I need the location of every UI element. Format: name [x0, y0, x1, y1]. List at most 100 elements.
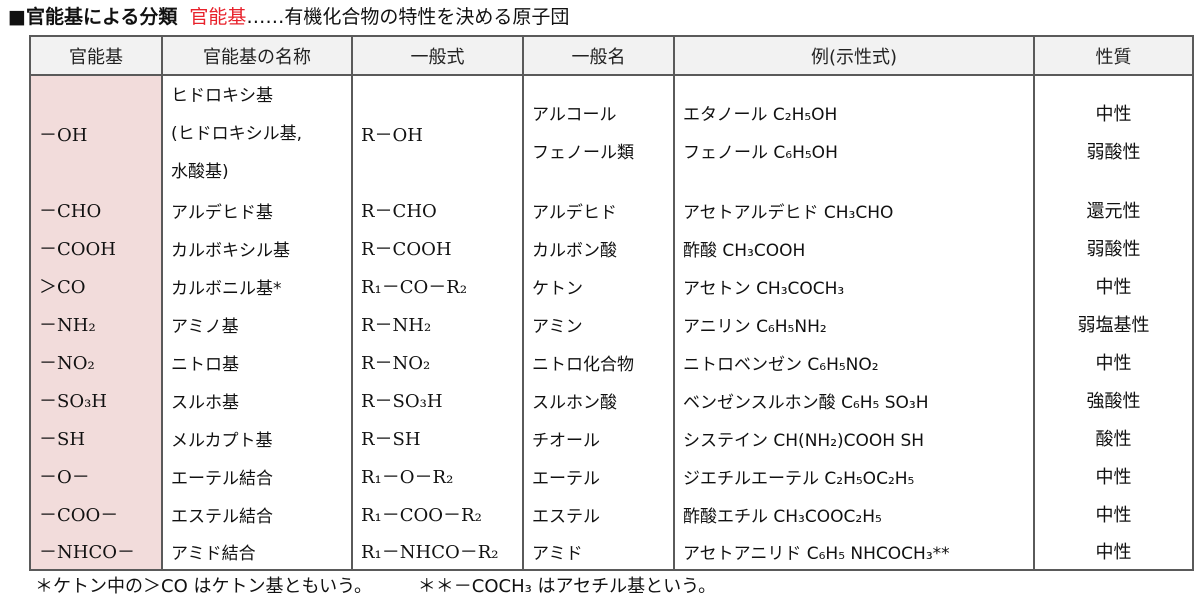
cell-formula: R－NO₂: [351, 343, 524, 381]
footnote-ketone: ＊ケトン中の＞CO はケトン基ともいう。: [35, 576, 373, 597]
cell-general-name: アミン: [522, 305, 675, 343]
cell-name: エステル結合: [161, 495, 353, 533]
cell-formula: R₁－NHCO－R₂: [351, 533, 524, 571]
cell-formula: R－NH₂: [351, 305, 524, 343]
property-line: 中性: [1095, 103, 1132, 125]
cell-group: －SH: [29, 419, 163, 457]
header-name: 官能基の名称: [161, 35, 353, 76]
title-marker: ■: [8, 6, 26, 28]
cell-formula: R－SH: [351, 419, 524, 457]
cell-property: 中性: [1033, 457, 1194, 495]
cell-name: アミノ基: [161, 305, 353, 343]
cell-general-name: エステル: [522, 495, 675, 533]
name-line: ヒドロキシ基: [171, 85, 273, 106]
cell-name: メルカプト基: [161, 419, 353, 457]
cell-formula: R－COOH: [351, 229, 524, 267]
cell-general-name: ケトン: [522, 267, 675, 305]
cell-example: ジエチルエーテル C₂H₅OC₂H₅: [673, 457, 1035, 495]
cell-example: アセトアニリド C₆H₅ NHCOCH₃**: [673, 533, 1035, 571]
table-row: －NH₂ アミノ基 R－NH₂ アミン アニリン C₆H₅NH₂ 弱塩基性: [29, 305, 1194, 343]
cell-property: 中性: [1033, 495, 1194, 533]
name-line: (ヒドロキシル基,: [171, 123, 303, 144]
cell-property: 中性: [1033, 533, 1194, 571]
cell-property: 中性: [1033, 267, 1194, 305]
cell-group: －NH₂: [29, 305, 163, 343]
cell-group: －COOH: [29, 229, 163, 267]
table-row: ＞CO カルボニル基* R₁－CO－R₂ ケトン アセトン CH₃COCH₃ 中…: [29, 267, 1194, 305]
cell-name: ヒドロキシ基 (ヒドロキシル基, 水酸基): [161, 75, 353, 191]
title-definition: ……有機化合物の特性を決める原子団: [246, 6, 570, 28]
cell-formula: R₁－O－R₂: [351, 457, 524, 495]
cell-group: －COO－: [29, 495, 163, 533]
cell-name: カルボニル基*: [161, 267, 353, 305]
header-general-name: 一般名: [522, 35, 675, 76]
functional-group-table: 官能基 官能基の名称 一般式 一般名 例(示性式) 性質 －OH ヒドロキシ基 …: [29, 35, 1194, 571]
cell-group: －NHCO－: [29, 533, 163, 571]
cell-example: エタノール C₂H₅OH フェノール C₆H₅OH: [673, 75, 1035, 191]
general-name-line: アルコール: [532, 104, 617, 125]
cell-group: －SO₃H: [29, 381, 163, 419]
cell-example: 酢酸 CH₃COOH: [673, 229, 1035, 267]
header-property: 性質: [1033, 35, 1194, 76]
page-title: ■官能基による分類 官能基……有機化合物の特性を決める原子団: [8, 2, 569, 32]
header-group: 官能基: [29, 35, 163, 76]
cell-example: ベンゼンスルホン酸 C₆H₅ SO₃H: [673, 381, 1035, 419]
cell-formula: R－CHO: [351, 191, 524, 229]
cell-property: 中性 弱酸性: [1033, 75, 1194, 191]
cell-property: 強酸性: [1033, 381, 1194, 419]
table-row: －COOH カルボキシル基 R－COOH カルボン酸 酢酸 CH₃COOH 弱酸…: [29, 229, 1194, 267]
cell-group: －O－: [29, 457, 163, 495]
cell-general-name: カルボン酸: [522, 229, 675, 267]
cell-name: ニトロ基: [161, 343, 353, 381]
cell-group: －NO₂: [29, 343, 163, 381]
cell-general-name: アルコール フェノール類: [522, 75, 675, 191]
footnotes: ＊ケトン中の＞CO はケトン基ともいう。 ＊＊－COCH₃ はアセチル基という。: [35, 572, 716, 598]
cell-property: 弱酸性: [1033, 229, 1194, 267]
property-line: 弱酸性: [1086, 141, 1141, 163]
table-row: －NO₂ ニトロ基 R－NO₂ ニトロ化合物 ニトロベンゼン C₆H₅NO₂ 中…: [29, 343, 1194, 381]
cell-formula: R－OH: [351, 75, 524, 191]
cell-example: システイン CH(NH₂)COOH SH: [673, 419, 1035, 457]
table-row: －NHCO－ アミド結合 R₁－NHCO－R₂ アミド アセトアニリド C₆H₅…: [29, 533, 1194, 571]
cell-example: アセトアルデヒド CH₃CHO: [673, 191, 1035, 229]
cell-general-name: スルホン酸: [522, 381, 675, 419]
name-line: 水酸基): [171, 161, 229, 182]
cell-property: 弱塩基性: [1033, 305, 1194, 343]
cell-general-name: アルデヒド: [522, 191, 675, 229]
cell-name: アミド結合: [161, 533, 353, 571]
cell-property: 酸性: [1033, 419, 1194, 457]
cell-group: －CHO: [29, 191, 163, 229]
table-row: －SO₃H スルホ基 R－SO₃H スルホン酸 ベンゼンスルホン酸 C₆H₅ S…: [29, 381, 1194, 419]
cell-general-name: エーテル: [522, 457, 675, 495]
cell-example: ニトロベンゼン C₆H₅NO₂: [673, 343, 1035, 381]
table-row: －O－ エーテル結合 R₁－O－R₂ エーテル ジエチルエーテル C₂H₅OC₂…: [29, 457, 1194, 495]
cell-general-name: ニトロ化合物: [522, 343, 675, 381]
cell-group: ＞CO: [29, 267, 163, 305]
table-row: －OH ヒドロキシ基 (ヒドロキシル基, 水酸基) R－OH アルコール フェノ…: [29, 75, 1194, 191]
cell-property: 中性: [1033, 343, 1194, 381]
header-formula: 一般式: [351, 35, 524, 76]
cell-example: アセトン CH₃COCH₃: [673, 267, 1035, 305]
cell-example: アニリン C₆H₅NH₂: [673, 305, 1035, 343]
cell-group: －OH: [29, 75, 163, 191]
cell-name: スルホ基: [161, 381, 353, 419]
cell-example: 酢酸エチル CH₃COOC₂H₅: [673, 495, 1035, 533]
table-row: －CHO アルデヒド基 R－CHO アルデヒド アセトアルデヒド CH₃CHO …: [29, 191, 1194, 229]
cell-general-name: チオール: [522, 419, 675, 457]
cell-name: エーテル結合: [161, 457, 353, 495]
header-example: 例(示性式): [673, 35, 1035, 76]
cell-formula: R₁－CO－R₂: [351, 267, 524, 305]
cell-property: 還元性: [1033, 191, 1194, 229]
header-row: 官能基 官能基の名称 一般式 一般名 例(示性式) 性質: [29, 35, 1194, 76]
title-highlight: 官能基: [189, 6, 247, 28]
cell-name: アルデヒド基: [161, 191, 353, 229]
general-name-line: フェノール類: [532, 142, 634, 163]
example-line: フェノール C₆H₅OH: [683, 142, 838, 163]
cell-general-name: アミド: [522, 533, 675, 571]
cell-formula: R₁－COO－R₂: [351, 495, 524, 533]
cell-formula: R－SO₃H: [351, 381, 524, 419]
footnote-acetyl: ＊＊－COCH₃ はアセチル基という。: [417, 576, 717, 597]
cell-name: カルボキシル基: [161, 229, 353, 267]
title-heading: 官能基による分類: [25, 6, 178, 28]
table-row: －COO－ エステル結合 R₁－COO－R₂ エステル 酢酸エチル CH₃COO…: [29, 495, 1194, 533]
